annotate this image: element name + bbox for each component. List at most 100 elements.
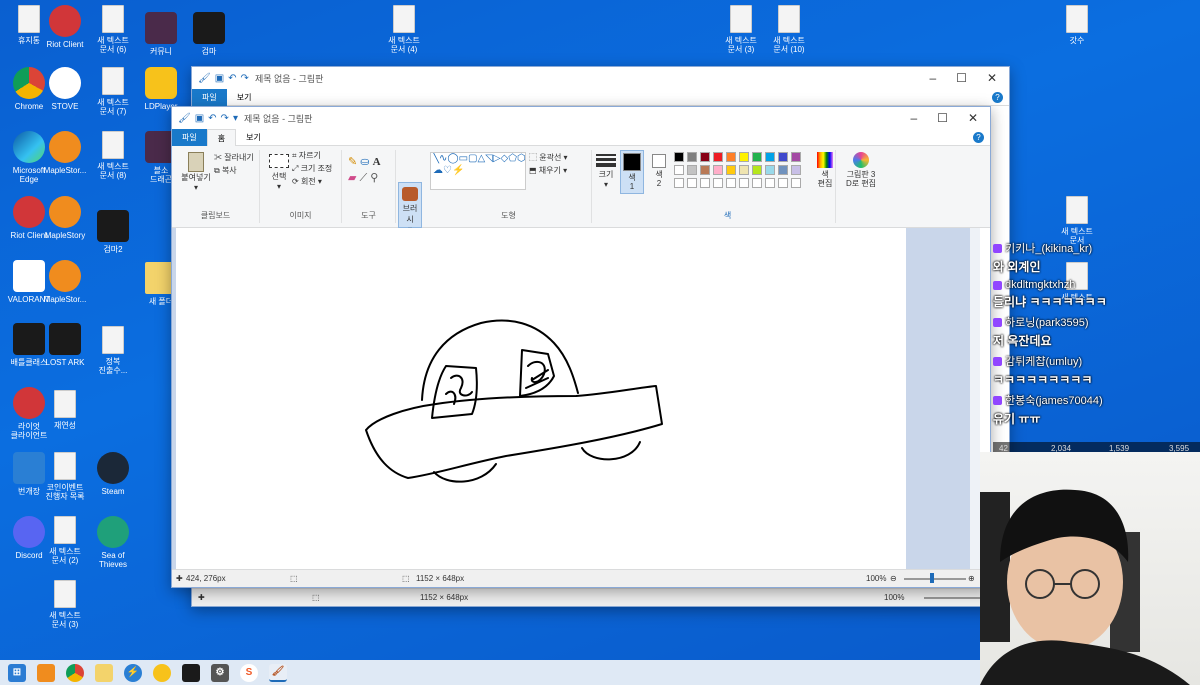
help-icon[interactable]: ? (973, 131, 984, 143)
palette-swatch[interactable] (752, 152, 762, 162)
palette-swatch[interactable] (778, 152, 788, 162)
palette-swatch[interactable] (791, 165, 801, 175)
back-close-button[interactable]: ✕ (987, 71, 997, 85)
text-icon[interactable]: A (373, 156, 381, 168)
color1-button[interactable]: 색 1 (620, 150, 644, 194)
select-button[interactable]: 선택 ▾ (264, 152, 294, 191)
taskbar-paint-icon[interactable]: 🖌 (269, 663, 287, 682)
taskbar-bolt-icon[interactable]: ⚡ (124, 663, 142, 682)
quick-access-dropdown-icon[interactable]: ▾ (233, 113, 238, 124)
outline-button[interactable]: ⬚ 윤곽선 ▾ (529, 152, 568, 163)
color-picker-icon[interactable]: ⟋ (360, 172, 368, 184)
zoom-slider[interactable] (904, 578, 966, 580)
palette-swatch[interactable] (739, 165, 749, 175)
palette-swatch[interactable] (713, 152, 723, 162)
palette-swatch[interactable] (700, 165, 710, 175)
zoom-in-button[interactable]: ⊕ (968, 574, 975, 583)
desktop-icon[interactable]: Steam (84, 452, 142, 496)
fill-icon[interactable]: ⛀ (360, 156, 369, 168)
desktop-icon[interactable]: 새 텍스트 문서 (3) (36, 580, 94, 629)
palette-swatch[interactable] (765, 152, 775, 162)
maximize-button[interactable]: ☐ (937, 111, 948, 125)
crop-button[interactable]: ⌗ 자르기 (292, 150, 321, 161)
taskbar-stove-icon[interactable]: S (240, 663, 258, 682)
palette-swatch[interactable] (778, 165, 788, 175)
desktop-icon[interactable]: 새 텍스트 문서 (10) (760, 5, 818, 54)
palette-swatch[interactable] (713, 165, 723, 175)
custom-color-swatch[interactable] (739, 178, 749, 188)
minimize-button[interactable]: – (910, 111, 917, 125)
palette-swatch[interactable] (700, 152, 710, 162)
back-maximize-button[interactable]: ☐ (956, 71, 967, 85)
redo-icon[interactable]: ↷ (241, 73, 249, 84)
resize-button[interactable]: ⤢ 크기 조정 (292, 163, 332, 174)
custom-color-swatch[interactable] (752, 178, 762, 188)
fill-button[interactable]: ⬒ 채우기 ▾ (529, 165, 567, 176)
undo-icon[interactable]: ↶ (208, 113, 216, 124)
back-help-icon[interactable]: ? (992, 91, 1003, 103)
palette-swatch[interactable] (726, 165, 736, 175)
redo-icon[interactable]: ↷ (221, 113, 229, 124)
taskbar-settings-icon[interactable]: ⚙ (211, 663, 229, 682)
close-button[interactable]: ✕ (968, 111, 978, 125)
custom-color-swatch[interactable] (687, 178, 697, 188)
cut-button[interactable]: ✂ 잘라내기 (214, 152, 254, 163)
back-menu-file[interactable]: 파일 (192, 88, 227, 106)
save-icon[interactable]: ▣ (195, 113, 204, 124)
menu-file[interactable]: 파일 (172, 128, 207, 146)
drawing-canvas[interactable] (176, 228, 906, 571)
custom-color-swatch[interactable] (674, 178, 684, 188)
paste-button[interactable]: 붙여넣기 ▾ (178, 152, 214, 192)
desktop-icon[interactable]: 검마 (180, 12, 238, 56)
magnifier-icon[interactable]: ⚲ (370, 172, 378, 184)
shapes-gallery[interactable]: ╲∿◯▭▢△◹▷◇⬠⬡→←↑↓✦☆✶▭◯☁♡⚡ (430, 152, 526, 190)
back-minimize-button[interactable]: – (929, 71, 936, 85)
palette-swatch[interactable] (687, 165, 697, 175)
desktop-icon[interactable]: 갓수 (1048, 5, 1106, 45)
palette-swatch[interactable] (791, 152, 801, 162)
custom-color-swatch[interactable] (765, 178, 775, 188)
taskbar-chrome-icon[interactable] (66, 663, 84, 682)
zoom-slider-thumb[interactable] (930, 573, 934, 583)
desktop-icon[interactable]: LDPlayer (132, 67, 190, 111)
size-button[interactable]: 크기 ▾ (596, 152, 616, 189)
desktop-icon[interactable]: 검마2 (84, 210, 142, 254)
custom-color-swatch[interactable] (726, 178, 736, 188)
eraser-icon[interactable]: ▰ (348, 172, 356, 184)
taskbar-folder-icon[interactable] (95, 663, 113, 682)
palette-swatch[interactable] (674, 165, 684, 175)
taskbar-game-icon[interactable] (182, 663, 200, 682)
desktop-icon[interactable]: Sea of Thieves (84, 516, 142, 569)
palette-swatch[interactable] (687, 152, 697, 162)
palette-swatch[interactable] (765, 165, 775, 175)
desktop-icon[interactable]: MapleStor... (36, 260, 94, 304)
palette-swatch[interactable] (752, 165, 762, 175)
custom-color-swatch[interactable] (713, 178, 723, 188)
zoom-out-button[interactable]: ⊖ (890, 574, 897, 583)
save-icon[interactable]: ▣ (215, 73, 224, 84)
custom-color-swatch[interactable] (791, 178, 801, 188)
palette-swatch[interactable] (739, 152, 749, 162)
desktop-icon[interactable]: 정복 진출수... (84, 326, 142, 375)
paint3d-button[interactable]: 그림판 3 D로 편집 (842, 150, 880, 188)
menu-view[interactable]: 보기 (236, 129, 271, 146)
custom-color-swatch[interactable] (700, 178, 710, 188)
menu-home[interactable]: 홈 (206, 128, 237, 146)
taskbar-maple-icon[interactable] (37, 663, 55, 682)
pencil-icon[interactable]: ✎ (348, 156, 357, 168)
rotate-button[interactable]: ⟳ 회전 ▾ (292, 176, 322, 187)
undo-icon[interactable]: ↶ (228, 73, 236, 84)
copy-button[interactable]: ⧉ 복사 (214, 165, 237, 176)
desktop-icon[interactable]: 재연성 (36, 390, 94, 430)
brush-button[interactable]: 브러시▾ (398, 182, 422, 234)
back-menu-view[interactable]: 보기 (227, 89, 262, 106)
color2-button[interactable]: 색 2 (648, 150, 670, 188)
desktop-icon[interactable]: 새 텍스트 문서 (4) (375, 5, 433, 54)
palette-swatch[interactable] (726, 152, 736, 162)
palette-swatch[interactable] (674, 152, 684, 162)
edit-colors-button[interactable]: 색 편집 (814, 150, 836, 188)
start-icon[interactable]: ⊞ (8, 663, 26, 682)
vertical-scrollbar[interactable] (970, 228, 980, 569)
taskbar-maple2-icon[interactable] (153, 663, 171, 682)
custom-color-swatch[interactable] (778, 178, 788, 188)
